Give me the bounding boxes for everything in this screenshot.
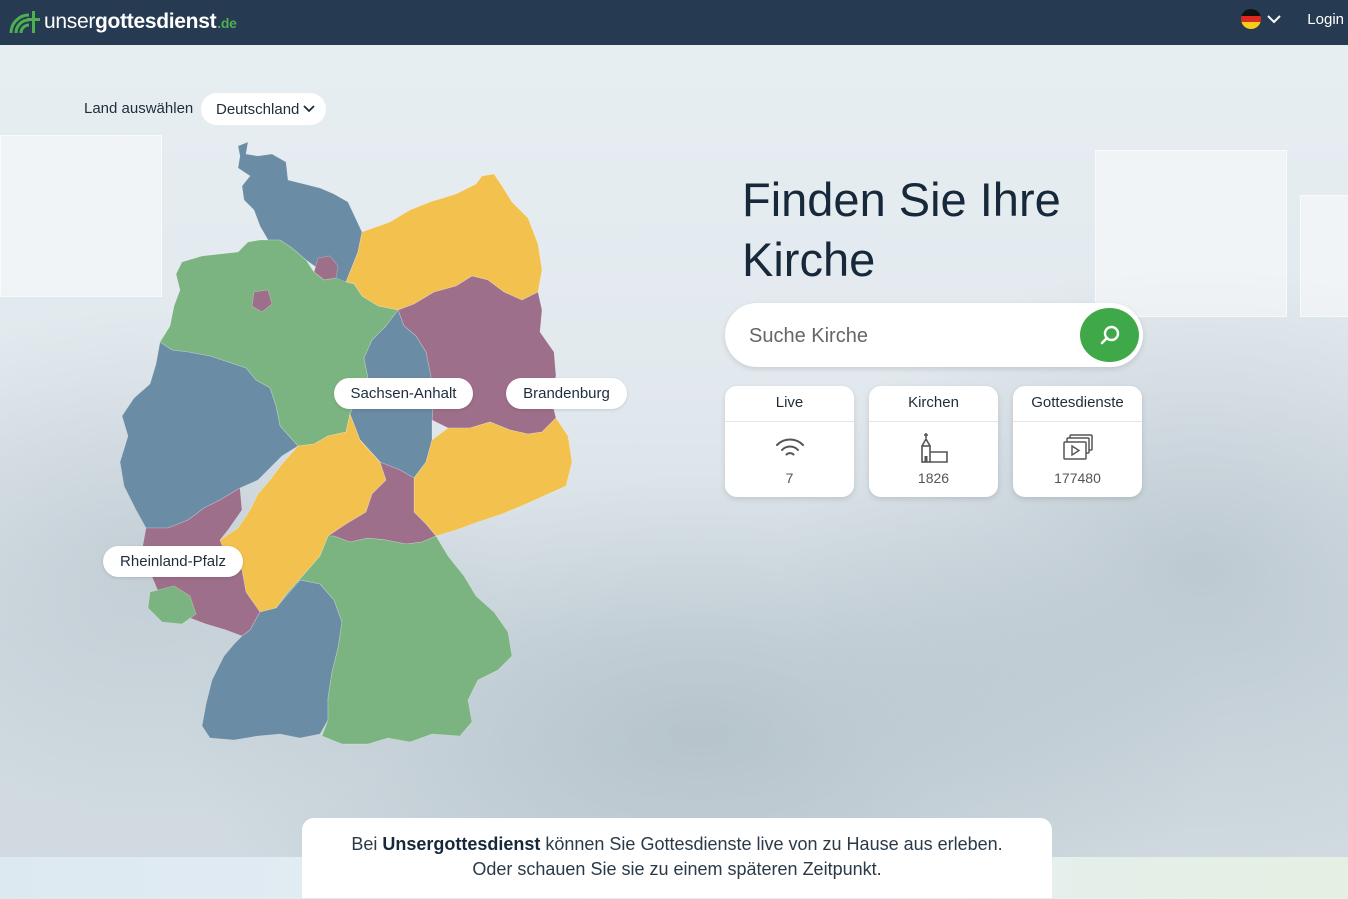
map-label-sachsen-anhalt[interactable]: Sachsen-Anhalt [334, 378, 473, 409]
search-icon [1100, 325, 1119, 345]
search-button[interactable] [1080, 308, 1139, 362]
stat-label: Gottesdienste [1013, 386, 1142, 422]
stat-label: Live [725, 386, 854, 422]
chevron-down-icon [1267, 14, 1281, 23]
info-line1: Bei Unsergottesdienst können Sie Gottesd… [351, 834, 1003, 854]
top-navigation-bar: unsergottesdienst.de Login [0, 0, 1348, 45]
germany-flag-icon [1241, 9, 1261, 29]
logo-text: unsergottesdienst.de [44, 10, 237, 33]
video-stack-icon [1062, 434, 1093, 460]
wifi-icon [775, 438, 804, 456]
language-selector[interactable] [1241, 9, 1281, 29]
church-icon [920, 433, 948, 463]
login-link[interactable]: Login [1307, 11, 1344, 28]
country-label: Land auswählen [84, 100, 194, 117]
state-sachsen[interactable] [413, 417, 573, 537]
map-label-rheinland-pfalz[interactable]: Rheinland-Pfalz [103, 546, 243, 577]
info-line2: Oder schauen Sie sie zu einem späteren Z… [472, 859, 882, 879]
country-selected-value: Deutschland [216, 100, 300, 118]
hero-title: Finden Sie Ihre Kirche [742, 170, 1162, 290]
stat-value: 177480 [1054, 470, 1101, 486]
stat-label: Kirchen [869, 386, 998, 422]
info-box: Bei Unsergottesdienst können Sie Gottesd… [302, 818, 1052, 898]
germany-map [119, 141, 573, 745]
country-dropdown[interactable]: Deutschland [201, 93, 326, 125]
info-brand: Unsergottesdienst [382, 834, 541, 854]
map-label-brandenburg[interactable]: Brandenburg [506, 378, 627, 409]
background-window [1300, 195, 1348, 317]
stat-card-kirchen[interactable]: Kirchen 1826 [869, 386, 998, 497]
stat-value: 1826 [917, 470, 950, 486]
church-search-input[interactable] [747, 317, 1071, 355]
hero-title-line2: Kirche [742, 233, 876, 286]
stat-value: 7 [785, 470, 794, 486]
hero-title-line1: Finden Sie Ihre [742, 173, 1061, 226]
stat-card-gottesdienste[interactable]: Gottesdienste 177480 [1013, 386, 1142, 497]
broadcast-cross-icon [9, 11, 40, 34]
stat-card-live[interactable]: Live 7 [725, 386, 854, 497]
church-search-box [725, 303, 1143, 367]
site-logo[interactable]: unsergottesdienst.de [8, 4, 237, 40]
chevron-down-icon [303, 105, 316, 113]
